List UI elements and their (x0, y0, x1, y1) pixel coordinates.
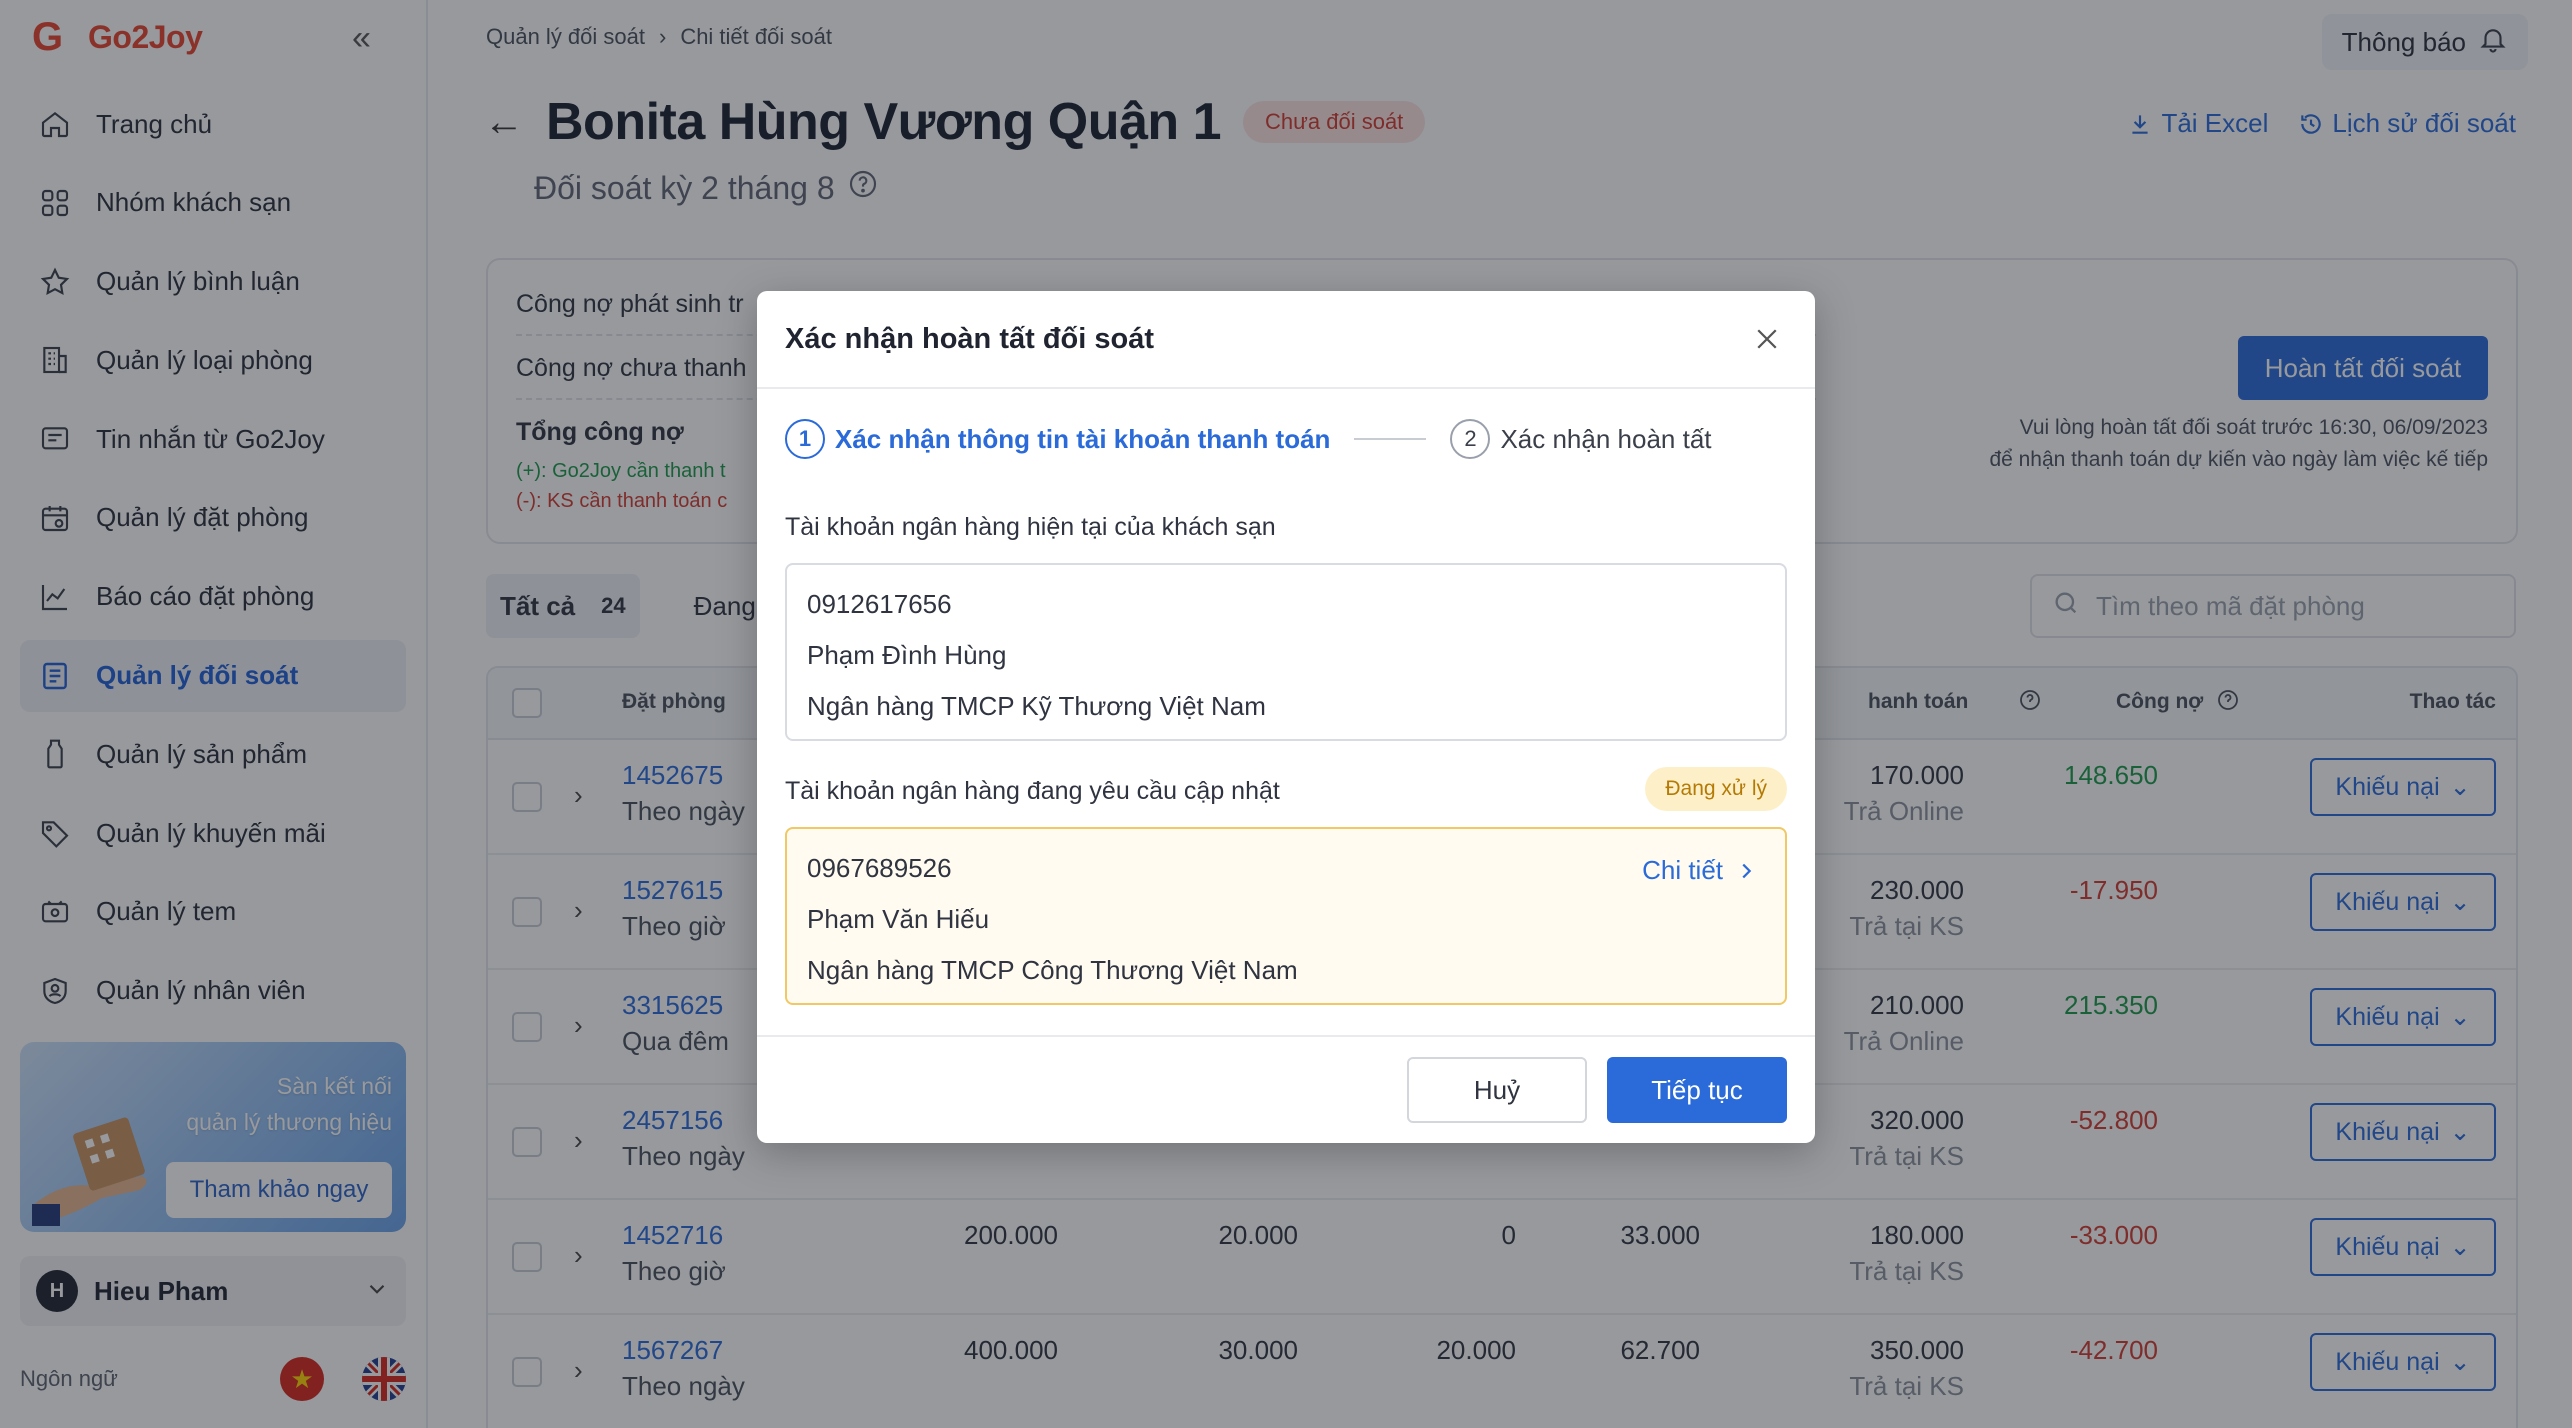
stepper: 1 Xác nhận thông tin tài khoản thanh toá… (785, 419, 1712, 459)
step-2: 2 Xác nhận hoàn tất (1450, 419, 1712, 459)
bank-name: Ngân hàng TMCP Kỹ Thương Việt Nam (807, 691, 1266, 721)
step-number: 2 (1450, 419, 1491, 459)
continue-button[interactable]: Tiếp tục (1607, 1057, 1787, 1123)
modal-header: Xác nhận hoàn tất đối soát (757, 291, 1815, 389)
modal-footer: Huỷ Tiếp tục (757, 1035, 1815, 1143)
step-number: 1 (785, 419, 825, 459)
step-label: Xác nhận thông tin tài khoản thanh toán (835, 423, 1331, 454)
pending-account-card: 0967689526 Phạm Văn Hiếu Ngân hàng TMCP … (785, 827, 1787, 1005)
account-holder: Phạm Đình Hùng (807, 640, 1007, 670)
processing-badge: Đang xử lý (1645, 767, 1787, 811)
account-holder: Phạm Văn Hiếu (807, 904, 990, 934)
detail-link-label: Chi tiết (1642, 855, 1723, 885)
account-number: 0967689526 (807, 853, 952, 883)
cancel-button[interactable]: Huỷ (1407, 1057, 1587, 1123)
close-icon[interactable] (1747, 319, 1787, 359)
detail-link[interactable]: Chi tiết (1642, 845, 1757, 896)
bank-name: Ngân hàng TMCP Công Thương Việt Nam (807, 955, 1298, 985)
step-label: Xác nhận hoàn tất (1500, 423, 1712, 454)
chevron-right-icon (1742, 863, 1752, 878)
confirm-reconciliation-modal: Xác nhận hoàn tất đối soát 1 Xác nhận th… (757, 291, 1815, 1143)
pending-account-label: Tài khoản ngân hàng đang yêu cầu cập nhậ… (785, 777, 1280, 805)
step-1: 1 Xác nhận thông tin tài khoản thanh toá… (785, 419, 1330, 459)
current-account-card: 0912617656 Phạm Đình Hùng Ngân hàng TMCP… (785, 563, 1787, 741)
account-number: 0912617656 (807, 589, 952, 619)
current-account-label: Tài khoản ngân hàng hiện tại của khách s… (785, 513, 1276, 541)
modal-title: Xác nhận hoàn tất đối soát (785, 323, 1154, 355)
step-connector (1354, 438, 1427, 440)
